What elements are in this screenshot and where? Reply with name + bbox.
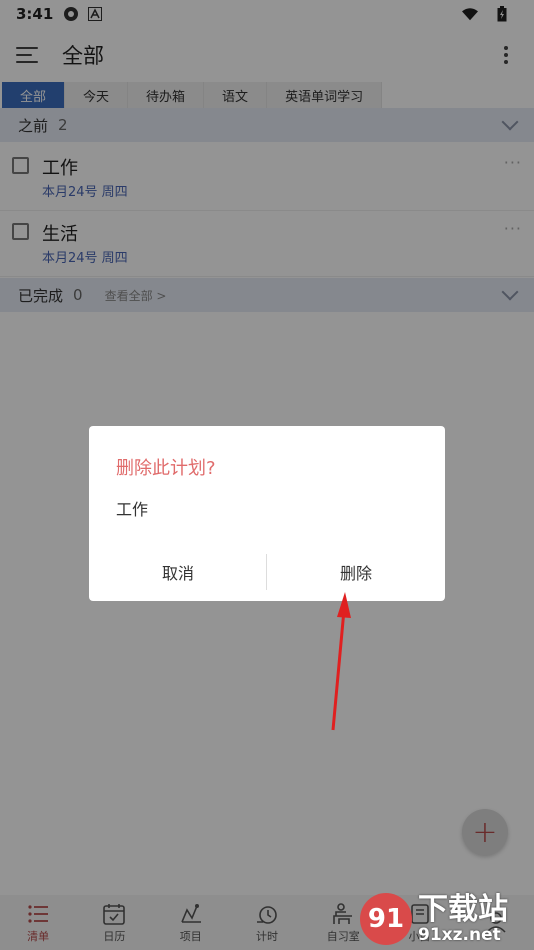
delete-button[interactable]: 删除: [267, 554, 445, 590]
watermark-text: 下载站: [418, 891, 508, 927]
watermark-logo: 91: [360, 893, 412, 945]
watermark: 91 下载站 91xz.net: [360, 888, 534, 950]
delete-plan-dialog: 删除此计划? 工作 取消 删除: [89, 426, 445, 601]
dialog-title: 删除此计划?: [116, 458, 216, 479]
cancel-button[interactable]: 取消: [89, 554, 267, 590]
watermark-url: 91xz.net: [418, 924, 501, 945]
dialog-message: 工作: [116, 500, 149, 519]
